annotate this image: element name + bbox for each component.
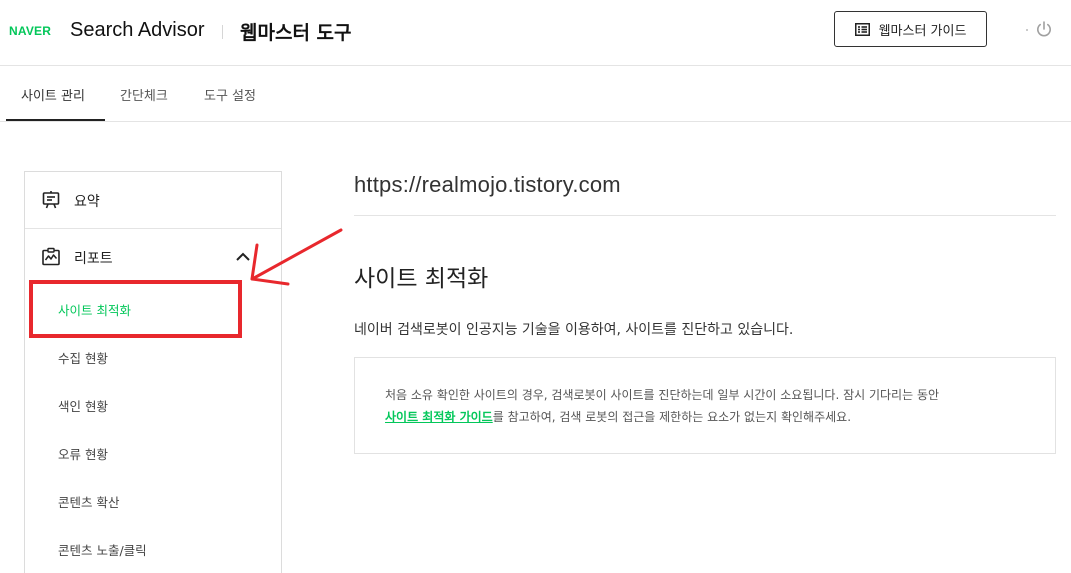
power-icon[interactable] [1035, 20, 1053, 38]
top-header: NAVER Search Advisor 웹마스터 도구 웹마스터 가이드 [0, 0, 1071, 66]
sidebar-item-summary[interactable]: 요약 [25, 172, 281, 228]
report-chart-icon [42, 247, 60, 266]
sidebar-item-crawl-status[interactable]: 수집 현황 [58, 348, 108, 367]
brand-name[interactable]: Search Advisor [70, 19, 205, 42]
notice-text-rest: 를 참고하여, 검색 로봇의 접근을 제한하는 요소가 없는지 확인해주세요. [492, 410, 852, 424]
sidebar-item-content-spread[interactable]: 콘텐츠 확산 [58, 492, 119, 511]
tab-tool-settings[interactable]: 도구 설정 [204, 85, 256, 104]
webmaster-guide-label: 웹마스터 가이드 [878, 23, 967, 39]
webmaster-guide-button[interactable]: 웹마스터 가이드 [834, 11, 987, 47]
header-divider [222, 25, 223, 39]
content-divider [354, 215, 1056, 216]
tab-bar: 사이트 관리 간단체크 도구 설정 [0, 66, 1071, 122]
page-title: 웹마스터 도구 [240, 22, 352, 44]
sidebar-item-content-exposure[interactable]: 콘텐츠 노출/클릭 [58, 540, 147, 559]
site-url: https://realmojo.tistory.com [354, 172, 621, 197]
sidebar-item-index-status[interactable]: 색인 현황 [58, 396, 108, 415]
optimization-guide-link[interactable]: 사이트 최적화 가이드 [385, 410, 493, 424]
notice-text-continued: 사이트 최적화 가이드를 참고하여, 검색 로봇의 접근을 제한하는 요소가 없… [385, 408, 851, 425]
section-description: 네이버 검색로봇이 인공지능 기술을 이용하여, 사이트를 진단하고 있습니다. [354, 322, 794, 338]
notice-text: 처음 소유 확인한 사이트의 경우, 검색로봇이 사이트를 진단하는데 일부 시… [385, 388, 940, 402]
separator-dot [1026, 29, 1028, 31]
notice-box: 처음 소유 확인한 사이트의 경우, 검색로봇이 사이트를 진단하는데 일부 시… [354, 357, 1056, 454]
sidebar-item-site-optimization[interactable]: 사이트 최적화 [58, 300, 131, 319]
sidebar-item-error-status[interactable]: 오류 현황 [58, 444, 108, 463]
sidebar-item-summary-label: 요약 [74, 194, 100, 210]
sidebar-item-report[interactable]: 리포트 [25, 229, 281, 285]
document-list-icon [854, 22, 870, 36]
chevron-up-icon[interactable] [235, 249, 251, 265]
naver-logo[interactable]: NAVER [9, 24, 51, 38]
sidebar: 요약 리포트 사이트 최적화 수집 현황 색인 현황 오류 현황 콘텐츠 확산 … [24, 171, 282, 573]
active-tab-indicator [6, 119, 105, 121]
section-title: 사이트 최적화 [354, 266, 489, 292]
tab-site-management[interactable]: 사이트 관리 [21, 85, 85, 104]
sidebar-item-report-label: 리포트 [74, 251, 113, 267]
tab-quick-check[interactable]: 간단체크 [120, 85, 168, 104]
easel-icon [42, 191, 60, 209]
